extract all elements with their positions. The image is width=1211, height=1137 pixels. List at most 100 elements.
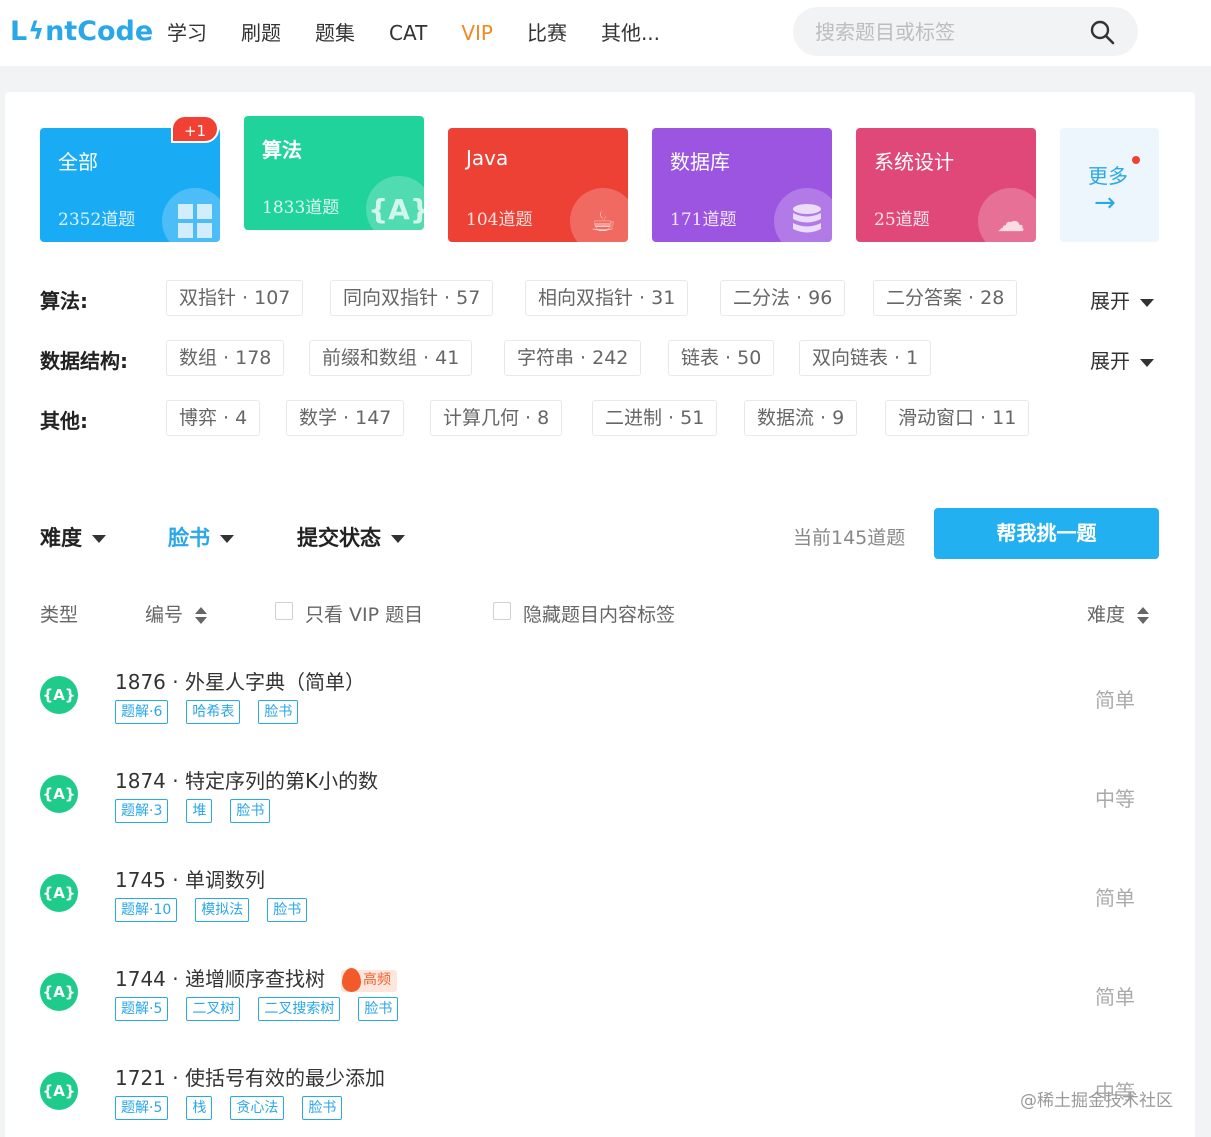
tag-chip[interactable]: 数组 · 178 <box>166 340 285 376</box>
problem-tag[interactable]: 栈 <box>186 1096 213 1120</box>
expand-algorithm-button[interactable]: 展开 <box>1090 285 1154 314</box>
tag-chip[interactable]: 同向双指针 · 57 <box>330 280 494 316</box>
tag-chip[interactable]: 前缀和数组 · 41 <box>309 340 473 376</box>
logo-text-end: ntCode <box>45 15 154 47</box>
category-card-all[interactable]: 全部 2352道题 <box>40 128 220 242</box>
problem-title[interactable]: 1745 · 单调数列 <box>115 864 265 893</box>
problem-tag[interactable]: 脸书 <box>258 700 299 724</box>
tag-chip[interactable]: 字符串 · 242 <box>504 340 642 376</box>
problem-row[interactable]: {A} 1744 · 递增顺序查找树 高频 题解·5 二叉树 二叉搜索树 脸书 简… <box>5 947 1195 1046</box>
cloud-icon: ☁ <box>978 188 1036 242</box>
tag-chip[interactable]: 二分答案 · 28 <box>873 280 1018 316</box>
tag-chip[interactable]: 数据流 · 9 <box>744 400 858 436</box>
pick-problem-button[interactable]: 帮我挑一题 <box>934 508 1159 559</box>
problem-tag[interactable]: 脸书 <box>302 1096 343 1120</box>
tag-chip[interactable]: 博弈 · 4 <box>166 400 261 436</box>
problem-count: 当前145道题 <box>793 527 906 549</box>
header-type: 类型 <box>40 604 79 626</box>
problem-tag[interactable]: 二叉树 <box>186 997 241 1021</box>
category-card-database[interactable]: 数据库 171道题 <box>652 128 832 242</box>
nav-cat[interactable]: CAT <box>372 0 444 66</box>
problem-tags: 题解·10 模拟法 脸书 <box>115 898 325 922</box>
nav-practice[interactable]: 刷题 <box>224 0 298 66</box>
category-name: 数据库 <box>670 150 730 174</box>
hide-tags-checkbox[interactable] <box>493 602 511 620</box>
algorithm-type-icon: {A} <box>40 1072 78 1110</box>
problem-title[interactable]: 1721 · 使括号有效的最少添加 <box>115 1062 385 1091</box>
expand-data-structure-button[interactable]: 展开 <box>1090 345 1154 374</box>
tag-chip[interactable]: 计算几何 · 8 <box>430 400 563 436</box>
more-categories-card[interactable]: 更多 → <box>1060 128 1159 242</box>
problem-tag[interactable]: 题解·6 <box>115 700 169 724</box>
header-difficulty-sort[interactable]: 难度 <box>1087 600 1150 627</box>
search-icon[interactable] <box>1089 19 1115 45</box>
problem-tag[interactable]: 题解·5 <box>115 1096 169 1120</box>
problem-row[interactable]: {A} 1721 · 使括号有效的最少添加 题解·5 栈 贪心法 脸书 中等 <box>5 1046 1195 1137</box>
problem-tags: 题解·5 栈 贪心法 脸书 <box>115 1096 360 1120</box>
problem-row[interactable]: {A} 1876 · 外星人字典（简单） 题解·6 哈希表 脸书 简单 <box>5 650 1195 749</box>
data-structure-row-label: 数据结构: <box>40 349 128 373</box>
problem-tags: 题解·5 二叉树 二叉搜索树 脸书 <box>115 997 416 1021</box>
tag-chip[interactable]: 相向双指针 · 31 <box>525 280 689 316</box>
vip-only-checkbox[interactable] <box>275 602 293 620</box>
tag-chip[interactable]: 双向链表 · 1 <box>799 340 932 376</box>
tag-chip[interactable]: 链表 · 50 <box>668 340 775 376</box>
tag-chip[interactable]: 数学 · 147 <box>286 400 405 436</box>
tag-chip[interactable]: 双指针 · 107 <box>166 280 304 316</box>
lintcode-logo[interactable]: Lϟ ntCode <box>10 14 153 48</box>
problem-tag[interactable]: 堆 <box>186 799 213 823</box>
problem-title[interactable]: 1874 · 特定序列的第K小的数 <box>115 765 378 794</box>
caret-down-icon <box>391 535 405 543</box>
category-card-system-design[interactable]: 系统设计 25道题 ☁ <box>856 128 1036 242</box>
search-input[interactable] <box>815 15 1075 48</box>
tag-chip[interactable]: 二进制 · 51 <box>592 400 718 436</box>
difficulty-filter[interactable]: 难度 <box>40 522 106 552</box>
problem-tag[interactable]: 二叉搜索树 <box>258 997 341 1021</box>
problem-title-text: 1744 · 递增顺序查找树 <box>115 967 325 991</box>
problem-tag[interactable]: 脸书 <box>267 898 308 922</box>
vip-only-label[interactable]: 只看 VIP 题目 <box>305 600 423 627</box>
category-count: 104道题 <box>466 210 533 230</box>
nav-more[interactable]: 其他... <box>584 0 677 66</box>
filter-label: 难度 <box>40 526 82 550</box>
category-count: 2352道题 <box>58 210 136 230</box>
problem-tag[interactable]: 哈希表 <box>186 700 241 724</box>
problem-tag[interactable]: 脸书 <box>230 799 271 823</box>
tag-chip[interactable]: 二分法 · 96 <box>720 280 846 316</box>
problem-tags: 题解·6 哈希表 脸书 <box>115 700 316 724</box>
problem-tag[interactable]: 题解·3 <box>115 799 169 823</box>
main-nav: 学习 刷题 题集 CAT VIP 比赛 其他... <box>150 0 677 66</box>
status-filter[interactable]: 提交状态 <box>297 522 405 552</box>
problem-title[interactable]: 1876 · 外星人字典（简单） <box>115 666 365 695</box>
problem-tag[interactable]: 题解·5 <box>115 997 169 1021</box>
problem-title[interactable]: 1744 · 递增顺序查找树 高频 <box>115 963 397 992</box>
logo-bolt-icon: ϟ <box>28 17 45 45</box>
problem-row[interactable]: {A} 1874 · 特定序列的第K小的数 题解·3 堆 脸书 中等 <box>5 749 1195 848</box>
category-card-java[interactable]: Java 104道题 ☕ <box>448 128 628 242</box>
hide-tags-label[interactable]: 隐藏题目内容标签 <box>523 600 675 627</box>
problem-tag[interactable]: 脸书 <box>358 997 399 1021</box>
problem-tag[interactable]: 模拟法 <box>195 898 250 922</box>
sort-icon <box>195 606 208 626</box>
grid-icon <box>162 188 220 242</box>
category-card-algorithm[interactable]: 算法 1833道题 {A} <box>244 116 424 230</box>
problem-difficulty: 简单 <box>1095 688 1135 712</box>
category-name: 系统设计 <box>874 150 954 174</box>
problem-tag[interactable]: 贪心法 <box>230 1096 285 1120</box>
problem-tag[interactable]: 题解·10 <box>115 898 178 922</box>
nav-contest[interactable]: 比赛 <box>510 0 584 66</box>
nav-vip[interactable]: VIP <box>444 0 510 66</box>
notification-dot <box>1132 156 1140 164</box>
other-row-label: 其他: <box>40 409 88 433</box>
algorithm-row-label: 算法: <box>40 289 88 313</box>
nav-problem-sets[interactable]: 题集 <box>298 0 372 66</box>
nav-learn[interactable]: 学习 <box>150 0 224 66</box>
header-id-sort[interactable]: 编号 <box>145 600 208 627</box>
category-name: Java <box>466 146 509 170</box>
caret-down-icon <box>92 535 106 543</box>
problem-row[interactable]: {A} 1745 · 单调数列 题解·10 模拟法 脸书 简单 <box>5 848 1195 947</box>
algorithm-type-icon: {A} <box>40 973 78 1011</box>
company-filter[interactable]: 脸书 <box>168 522 234 552</box>
tag-chip[interactable]: 滑动窗口 · 11 <box>885 400 1030 436</box>
algorithm-type-icon: {A} <box>40 775 78 813</box>
